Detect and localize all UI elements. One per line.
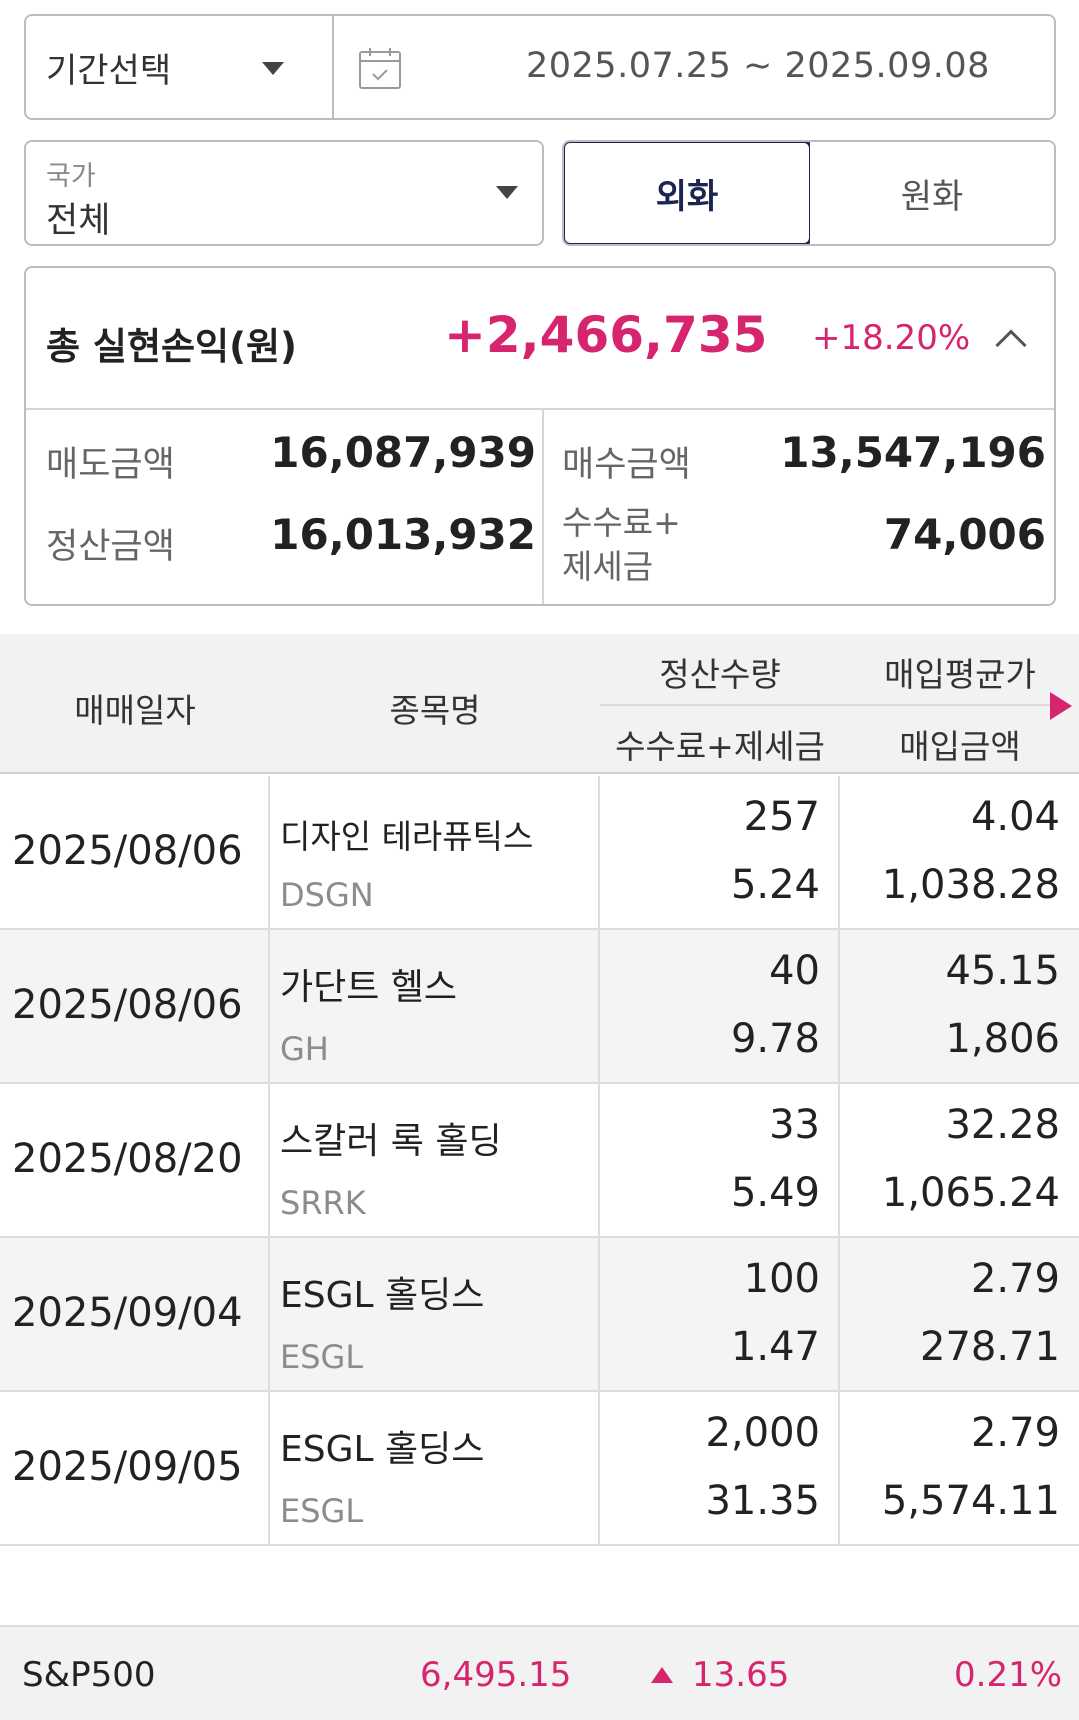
- column-divider: [268, 1238, 270, 1390]
- row-fee-tax: 5.49: [730, 1170, 820, 1216]
- row-trade-date: 2025/09/05: [12, 1444, 243, 1490]
- fee-tax-label-line1: 수수료+: [562, 503, 681, 542]
- row-settle-qty: 257: [743, 794, 820, 840]
- row-settle-qty: 33: [769, 1102, 820, 1148]
- column-divider: [268, 776, 270, 928]
- row-buy-amount: 1,038.28: [881, 862, 1060, 908]
- header-stock-name: 종목명: [389, 691, 481, 730]
- buy-amount-value: 13,547,196: [780, 428, 1046, 477]
- table-row[interactable]: 2025/08/06 디자인 테라퓨틱스 DSGN 257 5.24 4.04 1,038.…: [0, 776, 1079, 930]
- header-buy-amount: 매입금액: [899, 727, 1021, 766]
- row-buy-amount: 1,806: [945, 1016, 1060, 1062]
- row-fee-tax: 1.47: [730, 1324, 820, 1370]
- row-avg-price: 4.04: [970, 794, 1060, 840]
- column-divider: [268, 1392, 270, 1544]
- realized-pnl-summary: 총 실현손익(원) +2,466,735 +18.20% 매도금액 16,087…: [24, 266, 1056, 606]
- row-stock-name: ESGL 홀딩스: [280, 1275, 485, 1316]
- row-fee-tax: 31.35: [705, 1478, 820, 1524]
- date-range-picker[interactable]: 2025.07.25 ~ 2025.09.08: [334, 16, 1054, 118]
- table-row[interactable]: 2025/09/05 ESGL 홀딩스 ESGL 2,000 31.35 2.79 5,57…: [0, 1392, 1079, 1546]
- column-divider: [268, 1084, 270, 1236]
- header-avg-price: 매입평균가: [884, 655, 1036, 694]
- index-ticker-bar[interactable]: S&P500 6,495.15 13.65 0.21%: [0, 1625, 1079, 1720]
- header-divider: [600, 704, 1060, 706]
- period-select-label: 기간선택: [46, 50, 172, 91]
- sell-amount-label: 매도금액: [46, 445, 175, 485]
- chevron-down-icon: [496, 186, 518, 199]
- period-select-dropdown[interactable]: 기간선택: [26, 16, 334, 118]
- row-stock-name: 스칼러 록 홀딩: [280, 1121, 502, 1162]
- country-select-dropdown[interactable]: 국가 전체: [24, 140, 544, 246]
- settle-amount-label: 정산금액: [46, 527, 175, 567]
- table-row[interactable]: 2025/08/20 스칼러 록 홀딩 SRRK 33 5.49 32.28 1,065.2…: [0, 1084, 1079, 1238]
- fee-tax-label-line2: 제세금: [562, 547, 654, 586]
- sell-amount-value: 16,087,939: [270, 428, 536, 477]
- row-trade-date: 2025/08/20: [12, 1136, 243, 1182]
- fee-tax-value: 74,006: [883, 510, 1046, 559]
- header-settle-qty: 정산수량: [659, 655, 781, 694]
- row-fee-tax: 9.78: [730, 1016, 820, 1062]
- currency-toggle: 외화 원화: [562, 140, 1056, 246]
- summary-header[interactable]: 총 실현손익(원) +2,466,735 +18.20%: [26, 268, 1054, 410]
- summary-percent: +18.20%: [812, 318, 971, 358]
- index-price: 6,495.15: [420, 1655, 572, 1695]
- chevron-down-icon: [262, 62, 284, 75]
- calendar-icon: [359, 48, 401, 89]
- index-change: 13.65: [692, 1655, 790, 1695]
- header-trade-date: 매매일자: [74, 691, 196, 730]
- row-trade-date: 2025/08/06: [12, 982, 243, 1028]
- row-ticker: ESGL: [280, 1338, 364, 1376]
- row-trade-date: 2025/09/04: [12, 1290, 243, 1336]
- krw-currency-button[interactable]: 원화: [810, 142, 1054, 244]
- date-range-text: 2025.07.25 ~ 2025.09.08: [526, 46, 990, 86]
- row-avg-price: 2.79: [970, 1256, 1060, 1302]
- summary-title: 총 실현손익(원): [46, 325, 297, 368]
- row-buy-amount: 5,574.11: [881, 1478, 1060, 1524]
- row-stock-name: ESGL 홀딩스: [280, 1429, 485, 1470]
- period-filter: 기간선택 2025.07.25 ~ 2025.09.08: [24, 14, 1056, 120]
- column-divider: [268, 930, 270, 1082]
- row-avg-price: 2.79: [970, 1410, 1060, 1456]
- row-ticker: GH: [280, 1030, 329, 1068]
- index-name: S&P500: [22, 1655, 156, 1695]
- scroll-right-arrow-icon[interactable]: [1050, 692, 1072, 720]
- up-arrow-icon: [651, 1667, 673, 1683]
- row-stock-name: 가단트 헬스: [280, 967, 458, 1008]
- row-fee-tax: 5.24: [730, 862, 820, 908]
- country-label: 국가: [46, 161, 96, 192]
- summary-amount: +2,466,735: [444, 306, 768, 364]
- table-row[interactable]: 2025/09/04 ESGL 홀딩스 ESGL 100 1.47 2.79 278.71: [0, 1238, 1079, 1392]
- row-settle-qty: 40: [769, 948, 820, 994]
- row-trade-date: 2025/08/06: [12, 828, 243, 874]
- settle-amount-value: 16,013,932: [270, 510, 536, 559]
- row-buy-amount: 278.71: [920, 1324, 1060, 1370]
- row-settle-qty: 100: [743, 1256, 820, 1302]
- row-stock-name: 디자인 테라퓨틱스: [280, 817, 534, 856]
- row-ticker: ESGL: [280, 1492, 364, 1530]
- buy-amount-label: 매수금액: [562, 445, 691, 485]
- index-change-percent: 0.21%: [954, 1655, 1063, 1695]
- row-avg-price: 45.15: [945, 948, 1060, 994]
- row-avg-price: 32.28: [945, 1102, 1060, 1148]
- country-value: 전체: [46, 201, 111, 241]
- trade-table-header: 매매일자 종목명 정산수량 수수료+제세금 매입평균가 매입금액: [0, 634, 1079, 774]
- row-ticker: SRRK: [280, 1184, 366, 1222]
- row-buy-amount: 1,065.24: [881, 1170, 1060, 1216]
- row-ticker: DSGN: [280, 876, 374, 914]
- table-row[interactable]: 2025/08/06 가단트 헬스 GH 40 9.78 45.15 1,806: [0, 930, 1079, 1084]
- foreign-currency-button[interactable]: 외화: [564, 142, 812, 244]
- summary-divider: [542, 410, 544, 604]
- chevron-up-icon[interactable]: [995, 329, 1027, 361]
- header-fee-tax: 수수료+제세금: [615, 727, 825, 766]
- row-settle-qty: 2,000: [705, 1410, 820, 1456]
